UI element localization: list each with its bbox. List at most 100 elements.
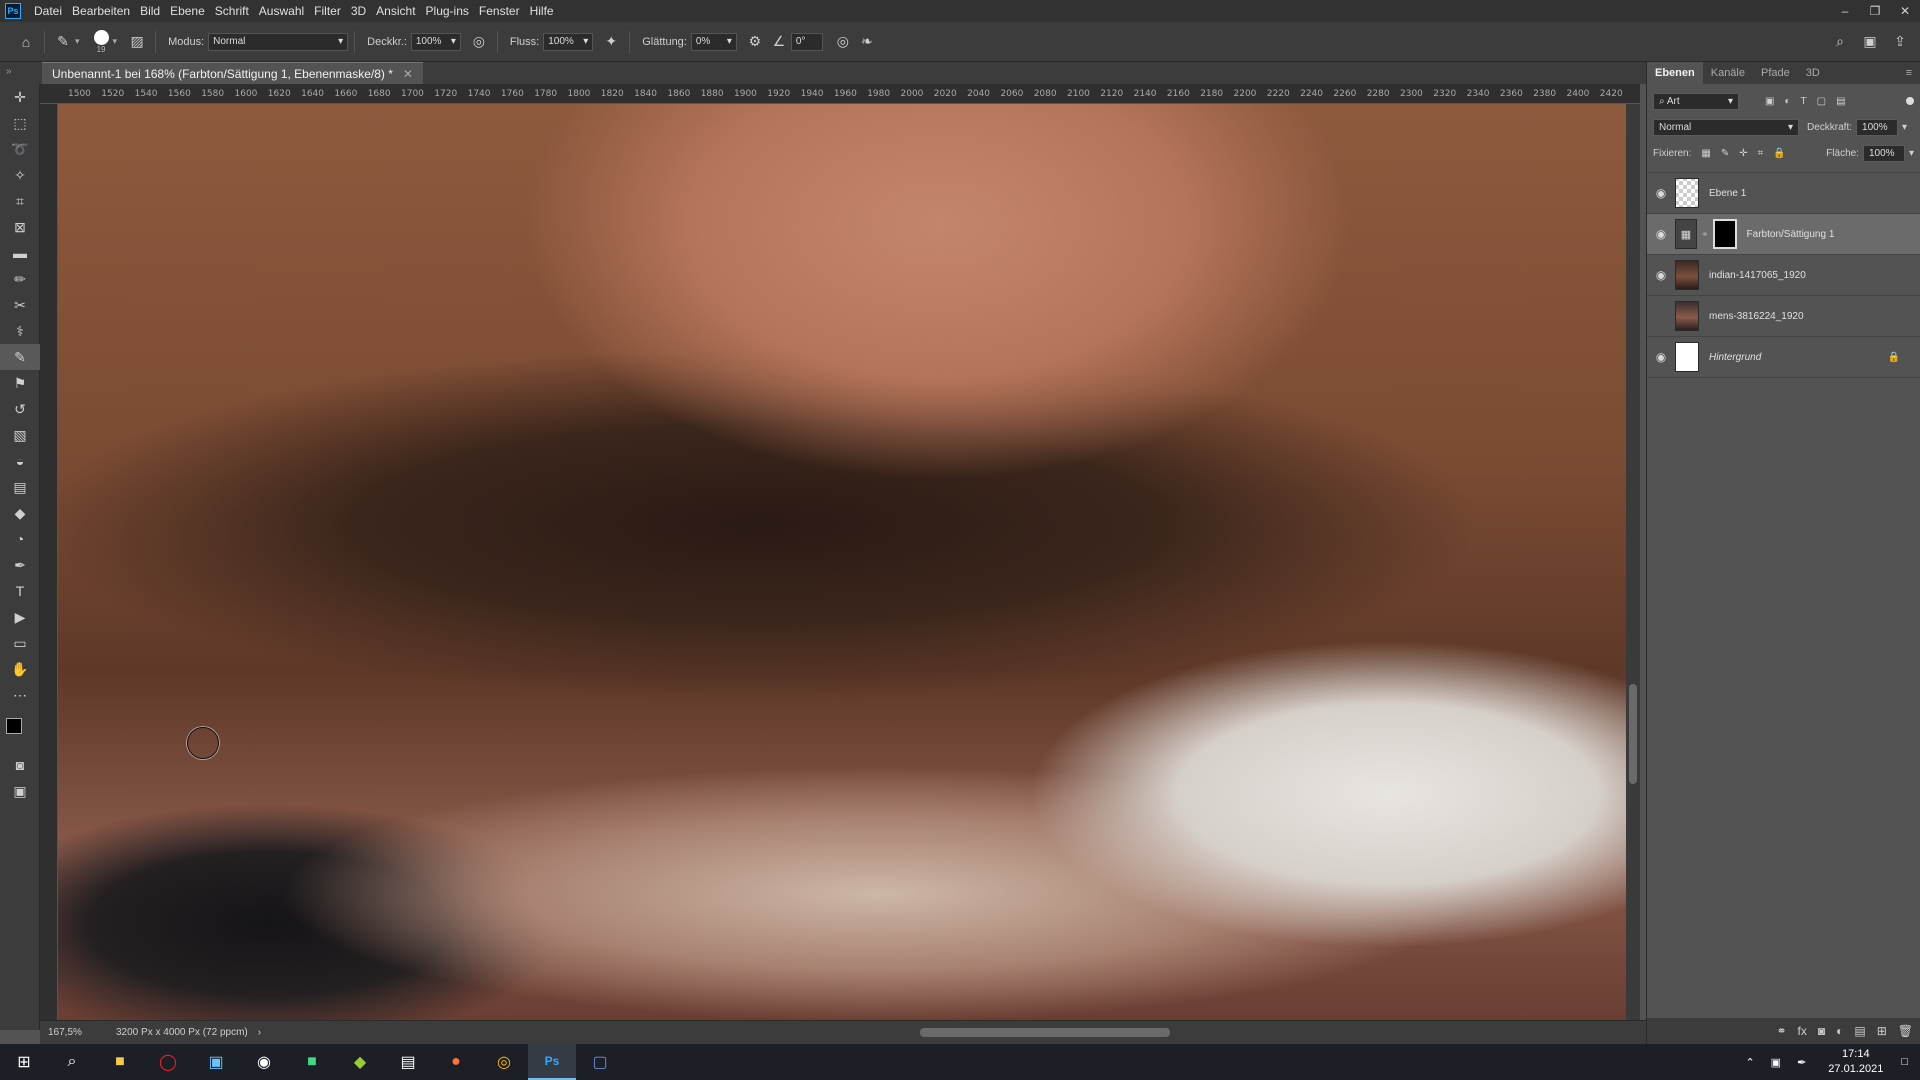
filter-pixel-icon[interactable]: ▣ <box>1765 96 1774 107</box>
spot-healing-tool-icon[interactable]: ✂ <box>0 292 40 318</box>
canvas-image[interactable] <box>58 104 1626 1020</box>
tab-3d[interactable]: 3D <box>1798 62 1828 84</box>
path-selection-tool-icon[interactable]: ▶ <box>0 604 40 630</box>
collapse-toolbar-icon[interactable]: » <box>6 66 12 77</box>
quick-mask-icon[interactable]: ◙ <box>0 752 40 778</box>
minimize-icon[interactable]: – <box>1830 0 1860 22</box>
eye-icon[interactable]: ◉ <box>1647 186 1675 200</box>
menu-bearbeiten[interactable]: Bearbeiten <box>67 0 135 22</box>
workspace-icon[interactable]: ▣ <box>1858 30 1882 54</box>
blend-mode-select[interactable]: Normal ▾ <box>1653 118 1799 136</box>
history-brush-tool-icon[interactable]: ↺ <box>0 396 40 422</box>
document-tab[interactable]: Unbenannt-1 bei 168% (Farbton/Sättigung … <box>42 62 423 84</box>
app-icon[interactable]: ▣ <box>192 1044 240 1080</box>
chevron-down-icon[interactable]: ▾ <box>75 36 80 47</box>
lock-all-icon[interactable]: 🔒 <box>1773 148 1785 159</box>
healing-brush-tool-icon[interactable]: ⚕ <box>0 318 40 344</box>
chrome-icon[interactable]: ◎ <box>480 1044 528 1080</box>
new-group-icon[interactable]: ▤ <box>1854 1024 1865 1038</box>
chevron-down-icon[interactable]: ▾ <box>1909 148 1914 159</box>
photoshop-taskbar-icon[interactable]: Ps <box>528 1044 576 1080</box>
opacity-input[interactable]: 100% <box>1856 118 1899 136</box>
pressure-size-icon[interactable]: ◎ <box>831 30 855 54</box>
link-layers-icon[interactable]: ⚭ <box>1776 1024 1786 1038</box>
crop-tool-icon[interactable]: ⌗ <box>0 188 40 214</box>
fx-icon[interactable]: fx <box>1798 1024 1807 1038</box>
new-layer-icon[interactable]: ⊞ <box>1877 1024 1887 1038</box>
tab-ebenen[interactable]: Ebenen <box>1647 62 1703 84</box>
eye-hidden-icon[interactable]: ◉ <box>1647 309 1675 323</box>
photoshop-logo-icon[interactable]: Ps <box>5 3 21 19</box>
app-icon[interactable]: ■ <box>288 1044 336 1080</box>
tab-pfade[interactable]: Pfade <box>1753 62 1798 84</box>
panel-menu-icon[interactable]: ≡ <box>1906 67 1912 79</box>
adjustment-layer-icon[interactable]: ◐ <box>1836 1024 1843 1038</box>
notification-icon[interactable]: □ <box>1901 1056 1908 1068</box>
filter-shape-icon[interactable]: ▢ <box>1817 96 1826 107</box>
clone-stamp-tool-icon[interactable]: ⚑ <box>0 370 40 396</box>
airbrush-icon[interactable]: ✦ <box>599 30 623 54</box>
network-icon[interactable]: ▣ <box>1771 1056 1781 1069</box>
glaettung-input[interactable]: 0% ▾ <box>690 32 737 51</box>
chevron-right-icon[interactable]: › <box>258 1027 261 1038</box>
firefox-icon[interactable]: ● <box>432 1044 480 1080</box>
menu-bild[interactable]: Bild <box>135 0 165 22</box>
magic-wand-tool-icon[interactable]: ✧ <box>0 162 40 188</box>
obs-icon[interactable]: ◉ <box>240 1044 288 1080</box>
app-icon[interactable]: ◆ <box>336 1044 384 1080</box>
menu-3d[interactable]: 3D <box>346 0 371 22</box>
filter-toggle-icon[interactable] <box>1906 97 1914 105</box>
blur-tool-icon[interactable]: ◆ <box>0 500 40 526</box>
brush-panel-toggle-icon[interactable]: ▨ <box>125 30 149 54</box>
zoom-level[interactable]: 167,5% <box>48 1027 102 1038</box>
windows-start-icon[interactable]: ⊞ <box>0 1044 48 1080</box>
move-tool-icon[interactable]: ✛ <box>0 84 40 110</box>
restore-icon[interactable]: ❐ <box>1860 0 1890 22</box>
eye-icon[interactable]: ◉ <box>1647 227 1675 241</box>
menu-schrift[interactable]: Schrift <box>210 0 254 22</box>
menu-filter[interactable]: Filter <box>309 0 346 22</box>
menu-plugins[interactable]: Plug-ins <box>421 0 474 22</box>
eraser-tool-icon[interactable]: ▧ <box>0 422 40 448</box>
fluss-input[interactable]: 100% ▾ <box>543 32 594 51</box>
menu-auswahl[interactable]: Auswahl <box>254 0 309 22</box>
menu-datei[interactable]: Datei <box>29 0 67 22</box>
menu-ebene[interactable]: Ebene <box>165 0 210 22</box>
share-icon[interactable]: ⇪ <box>1888 30 1912 54</box>
frame-tool-icon[interactable]: ⊠ <box>0 214 40 240</box>
chevron-down-icon[interactable]: ▾ <box>1902 122 1907 133</box>
pressure-opacity-icon[interactable]: ◎ <box>467 30 491 54</box>
pen-tool-icon[interactable]: ✒ <box>0 552 40 578</box>
lock-pixels-icon[interactable]: ✎ <box>1721 148 1729 159</box>
menu-hilfe[interactable]: Hilfe <box>525 0 559 22</box>
lasso-tool-icon[interactable]: ➰ <box>0 136 40 162</box>
foreground-color-swatch[interactable] <box>6 718 22 734</box>
brush-tool-icon[interactable]: ✎ <box>0 344 40 370</box>
chevron-up-icon[interactable]: ⌃ <box>1745 1056 1754 1069</box>
filter-smartobject-icon[interactable]: ▤ <box>1836 96 1845 107</box>
layer-item[interactable]: ◉ Ebene 1 <box>1647 173 1920 214</box>
layer-mask-thumbnail[interactable] <box>1712 219 1737 249</box>
paint-bucket-tool-icon[interactable]: ◒ <box>0 448 40 474</box>
brush-tool-preset-icon[interactable]: ✎ <box>51 30 75 54</box>
lock-artboard-icon[interactable]: ⌗ <box>1758 148 1764 159</box>
home-icon[interactable]: ⌂ <box>14 30 38 54</box>
vertical-scrollbar[interactable] <box>1626 104 1640 1020</box>
file-explorer-icon[interactable]: ■ <box>96 1044 144 1080</box>
eye-icon[interactable]: ◉ <box>1647 268 1675 282</box>
horizontal-scrollbar-thumb[interactable] <box>920 1028 1170 1037</box>
app-icon[interactable]: ▤ <box>384 1044 432 1080</box>
layer-item[interactable]: ◉ indian-1417065_1920 <box>1647 255 1920 296</box>
discord-icon[interactable]: ▢ <box>576 1044 624 1080</box>
fill-input[interactable]: 100% <box>1862 144 1905 162</box>
rectangle-tool-icon[interactable]: ▭ <box>0 630 40 656</box>
tab-kanaele[interactable]: Kanäle <box>1703 62 1753 84</box>
add-mask-icon[interactable]: ◙ <box>1818 1024 1825 1038</box>
deckkraft-input[interactable]: 100% ▾ <box>410 32 461 51</box>
gear-icon[interactable]: ⚙ <box>743 30 767 54</box>
brush-size-picker[interactable]: 19 <box>93 29 109 54</box>
lock-position-icon[interactable]: ✛ <box>1739 148 1747 159</box>
modus-select[interactable]: Normal ▾ <box>208 32 349 51</box>
menu-ansicht[interactable]: Ansicht <box>371 0 420 22</box>
layer-item[interactable]: ◉ mens-3816224_1920 <box>1647 296 1920 337</box>
